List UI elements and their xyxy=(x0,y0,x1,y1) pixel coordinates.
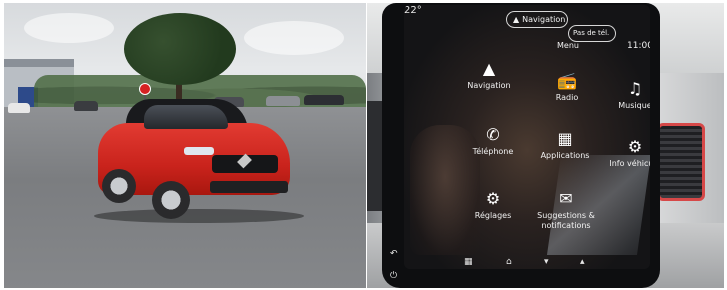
car-window xyxy=(144,105,228,129)
volume-down-icon[interactable]: ▾ xyxy=(544,257,549,267)
tile-label: Musique xyxy=(618,101,650,110)
back-icon[interactable]: ↶ xyxy=(390,249,398,259)
tile-label: Radio xyxy=(555,93,579,102)
tile-label: Info véhicule xyxy=(609,159,650,168)
screen-bezel: ↶ ⏻ 22° ▲ Navigation Pas de tél. Menu 11:… xyxy=(382,3,660,288)
infotainment-photo: ↶ ⏻ 22° ▲ Navigation Pas de tél. Menu 11:… xyxy=(367,3,724,288)
tile-settings[interactable]: ⚙ Réglages xyxy=(458,187,528,239)
vehicle-info-icon: ⚙ xyxy=(627,137,643,156)
car-headlight xyxy=(184,147,214,155)
cloud xyxy=(24,13,114,43)
building-roof xyxy=(4,59,74,67)
phone-icon: ✆ xyxy=(486,125,500,144)
tile-label: Réglages xyxy=(474,211,512,220)
cloud xyxy=(244,21,344,55)
status-bar: 22° ▲Navigation Pas de tél. Menu 11:00 xyxy=(404,5,650,51)
chat-bubble-icon: ✉ xyxy=(559,189,573,208)
apps-grid-icon: ▦ xyxy=(557,129,573,148)
tile-navigation[interactable]: ▲ Navigation xyxy=(454,57,524,109)
background-car xyxy=(304,95,344,105)
background-car xyxy=(8,103,30,113)
navigation-arrow-icon: ▲ xyxy=(482,59,496,78)
music-note-icon: ♫ xyxy=(627,79,643,98)
right-air-vent xyxy=(657,123,705,201)
gear-icon: ⚙ xyxy=(485,189,501,208)
volume-up-icon[interactable]: ▴ xyxy=(580,257,585,267)
navigation-arrow-icon: ▲ xyxy=(513,15,520,24)
home-icon[interactable]: ⌂ xyxy=(506,257,512,267)
navigation-pill-label: Navigation xyxy=(522,15,566,24)
tile-radio[interactable]: 📻 Radio xyxy=(532,69,602,121)
power-icon[interactable]: ⏻ xyxy=(390,271,397,281)
menu-title: Menu xyxy=(557,41,579,50)
car-bumper xyxy=(210,181,288,193)
image-frame: ↶ ⏻ 22° ▲ Navigation Pas de tél. Menu 11:… xyxy=(0,0,727,290)
bottom-nav-bar: ▦ ⌂ ▾ ▴ xyxy=(404,251,650,269)
navigation-shortcut-pill[interactable]: ▲ Navigation xyxy=(506,11,568,28)
tree-canopy xyxy=(124,13,236,85)
clock: 11:00 xyxy=(627,41,650,51)
tile-phone[interactable]: ✆ Téléphone xyxy=(458,123,528,175)
car-wheel-front xyxy=(152,181,190,219)
car-wheel-rear xyxy=(102,169,136,203)
temperature-readout: 22° xyxy=(404,5,422,16)
tile-label: Applications xyxy=(540,151,590,160)
touch-display[interactable]: 22° ▲Navigation Pas de tél. Menu 11:00 ▲… xyxy=(404,5,650,269)
screen-side-icons: ↶ ⏻ xyxy=(386,243,404,287)
red-suv xyxy=(92,95,297,220)
tile-vehicle-info[interactable]: ⚙ Info véhicule xyxy=(600,135,650,187)
car-exterior-photo xyxy=(4,3,366,288)
tile-label: Navigation xyxy=(467,81,511,90)
radio-icon: 📻 xyxy=(557,71,577,90)
tile-label: Suggestions & notifications xyxy=(537,211,595,230)
grid-icon[interactable]: ▦ xyxy=(464,257,473,267)
tile-suggestions[interactable]: ✉ Suggestions & notifications xyxy=(528,187,604,239)
tile-applications[interactable]: ▦ Applications xyxy=(530,127,600,179)
tile-label: Téléphone xyxy=(472,147,514,156)
phone-status-pill[interactable]: Pas de tél. xyxy=(568,25,616,42)
tile-music[interactable]: ♫ Musique xyxy=(600,77,650,129)
stop-sign xyxy=(139,83,151,95)
